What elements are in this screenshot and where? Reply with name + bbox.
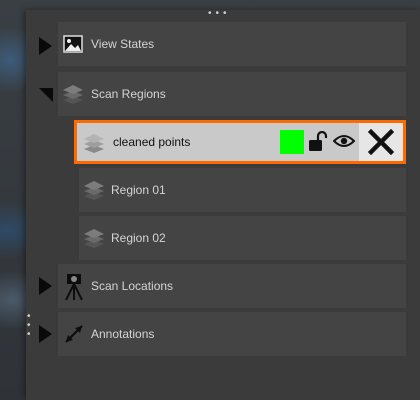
tree-item-region-01[interactable]: Region 01: [79, 168, 406, 212]
tree-item-label: Region 02: [111, 231, 166, 245]
tree-item-label: cleaned points: [113, 135, 191, 149]
tree-item-label: View States: [91, 37, 155, 51]
tree-item-label: Annotations: [91, 327, 155, 341]
tree-item-label: Region 01: [111, 183, 166, 197]
unlock-icon[interactable]: [308, 131, 328, 153]
panel-drag-handle-left[interactable]: • • •: [27, 312, 33, 342]
diagonal-arrow-icon: [65, 325, 83, 343]
close-icon: [368, 129, 394, 155]
tree-item-scan-locations[interactable]: Scan Locations: [58, 264, 406, 308]
tree-item-cleaned-points[interactable]: cleaned points: [74, 120, 406, 164]
layers-icon: [84, 181, 104, 200]
close-button[interactable]: [359, 123, 403, 161]
collapse-arrow-scan-regions[interactable]: [39, 88, 53, 102]
tree-item-scan-regions[interactable]: Scan Regions: [58, 72, 406, 116]
tripod-scanner-icon: [65, 274, 83, 301]
layers-icon: [84, 229, 104, 248]
tree-item-region-02[interactable]: Region 02: [79, 216, 406, 260]
tree-item-annotations[interactable]: Annotations: [58, 312, 406, 356]
expand-arrow-scan-locations[interactable]: [39, 277, 52, 295]
eye-icon[interactable]: [333, 133, 355, 149]
image-icon: [63, 35, 83, 53]
expand-arrow-view-states[interactable]: [39, 37, 52, 55]
color-swatch[interactable]: [280, 130, 304, 154]
panel-drag-handle-top[interactable]: •••: [208, 9, 238, 19]
tree-item-view-states[interactable]: View States: [58, 22, 406, 66]
tree-item-label: Scan Regions: [91, 87, 166, 101]
tree-item-label: Scan Locations: [91, 279, 174, 293]
layers-icon: [63, 85, 83, 104]
layers-icon: [84, 134, 104, 153]
expand-arrow-annotations[interactable]: [39, 325, 52, 343]
